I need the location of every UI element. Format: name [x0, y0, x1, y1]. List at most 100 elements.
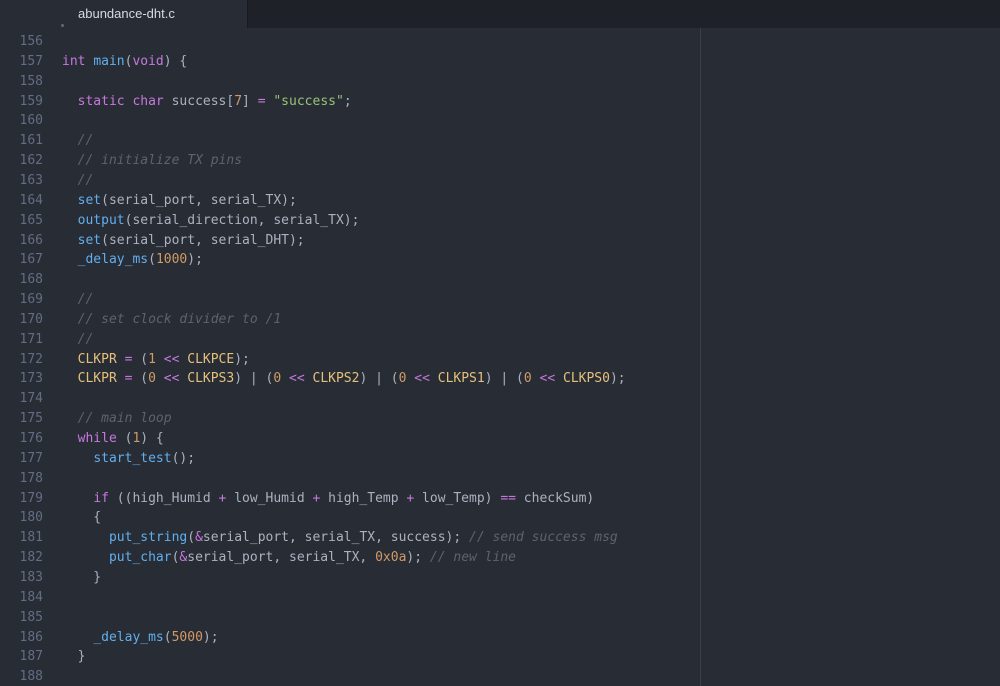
tab-modified-indicator — [61, 24, 64, 27]
text-token: ); — [202, 629, 219, 645]
comment-token: // — [77, 172, 94, 188]
line-number: 171 — [19, 331, 43, 347]
line-number: 184 — [19, 589, 43, 605]
text-token: (); — [171, 450, 196, 466]
code-line[interactable]: { — [62, 508, 101, 528]
code-line[interactable]: } — [62, 647, 86, 667]
line-number: 170 — [19, 311, 43, 327]
text-token: low_Humid — [226, 490, 313, 506]
line-number: 162 — [19, 153, 43, 169]
number-token: 0 — [148, 371, 156, 387]
line-number: 161 — [19, 133, 43, 149]
text-token: ; — [343, 93, 352, 109]
constant-token: CLKPS0 — [563, 371, 610, 387]
code-line[interactable]: // — [62, 330, 94, 350]
text-token: ); — [234, 351, 250, 367]
text-token: ( — [187, 530, 196, 546]
code-line[interactable]: set(serial_port, serial_DHT); — [62, 231, 305, 251]
keyword-token: while — [77, 431, 117, 446]
comment-token: // — [77, 331, 94, 347]
code-line[interactable]: put_char(&serial_port, serial_TX, 0x0a);… — [62, 548, 516, 568]
comment-token: // — [77, 292, 94, 308]
code-line[interactable]: // set clock divider to /1 — [62, 310, 282, 330]
line-number: 176 — [19, 431, 43, 446]
operator-token: << — [539, 371, 556, 387]
line-number: 163 — [19, 172, 43, 188]
comment-token: // main loop — [77, 411, 172, 427]
number-token: 7 — [234, 93, 243, 109]
constant-token: CLKPS3 — [187, 371, 235, 387]
code-line[interactable]: int main(void) { — [62, 52, 187, 72]
code-editor[interactable]: 156 157 158 159 160 161 162 163 164 165 166 167 168 1… — [0, 28, 1000, 686]
text-token: { — [62, 510, 102, 526]
number-token: 0x0a — [375, 550, 407, 566]
keyword-token: static — [77, 93, 125, 109]
line-number: 166 — [19, 232, 43, 248]
code-line[interactable]: start_test(); — [62, 449, 195, 469]
text-token: } — [62, 649, 86, 665]
text-token: ) | ( — [359, 371, 399, 387]
code-line[interactable]: // main loop — [62, 409, 172, 429]
function-token: set — [77, 232, 102, 248]
constant-token: CLKPCE — [187, 351, 235, 367]
code-area[interactable]: int main(void) { static char success[7] … — [62, 28, 992, 686]
code-line[interactable]: put_string(&serial_port, serial_TX, succ… — [62, 528, 618, 548]
text-token: ( — [132, 351, 149, 367]
code-line[interactable]: static char success[7] = "success"; — [62, 92, 352, 112]
text-token: checkSum) — [515, 490, 595, 506]
function-token: start_test — [93, 450, 172, 466]
line-number: 175 — [19, 411, 43, 427]
code-line[interactable]: CLKPR = (0 << CLKPS3) | (0 << CLKPS2) | … — [62, 369, 626, 389]
code-line[interactable]: // initialize TX pins — [62, 151, 242, 171]
comment-token: // send success msg — [469, 530, 618, 546]
code-line[interactable]: _delay_ms(1000); — [62, 250, 203, 270]
line-number: 186 — [19, 629, 43, 645]
text-token: high_Temp — [320, 490, 407, 506]
line-number: 174 — [19, 391, 43, 407]
code-line[interactable]: _delay_ms(5000); — [62, 628, 219, 648]
number-token: 0 — [523, 371, 532, 387]
line-number: 178 — [19, 470, 43, 486]
tab-abundance-dht[interactable]: abundance-dht.c — [0, 0, 248, 28]
text-token: ); — [609, 371, 626, 387]
line-number: 172 — [19, 351, 43, 367]
comment-token: // new line — [429, 550, 516, 566]
line-number: 158 — [19, 73, 43, 89]
number-token: 0 — [273, 371, 282, 387]
code-line[interactable]: // — [62, 131, 94, 151]
text-token: ( — [163, 629, 172, 645]
number-token: 1 — [148, 351, 156, 367]
line-number: 179 — [19, 490, 43, 506]
line-number: 167 — [19, 252, 43, 268]
operator-token: << — [414, 371, 430, 387]
wrap-guide — [700, 28, 701, 686]
code-line[interactable]: } — [62, 568, 101, 588]
code-line[interactable]: // — [62, 171, 94, 191]
code-line[interactable]: CLKPR = (1 << CLKPCE); — [62, 350, 250, 370]
code-line[interactable]: output(serial_direction, serial_TX); — [62, 211, 360, 231]
operator-token: << — [163, 371, 180, 387]
code-line[interactable]: while (1) { — [62, 429, 164, 449]
line-number: 183 — [19, 569, 43, 585]
code-line[interactable]: // — [62, 290, 94, 310]
text-token: ); — [406, 550, 430, 566]
code-line[interactable]: if ((high_Humid + low_Humid + high_Temp … — [62, 489, 594, 509]
code-line[interactable]: set(serial_port, serial_TX); — [62, 191, 297, 211]
line-number: 177 — [19, 450, 43, 466]
